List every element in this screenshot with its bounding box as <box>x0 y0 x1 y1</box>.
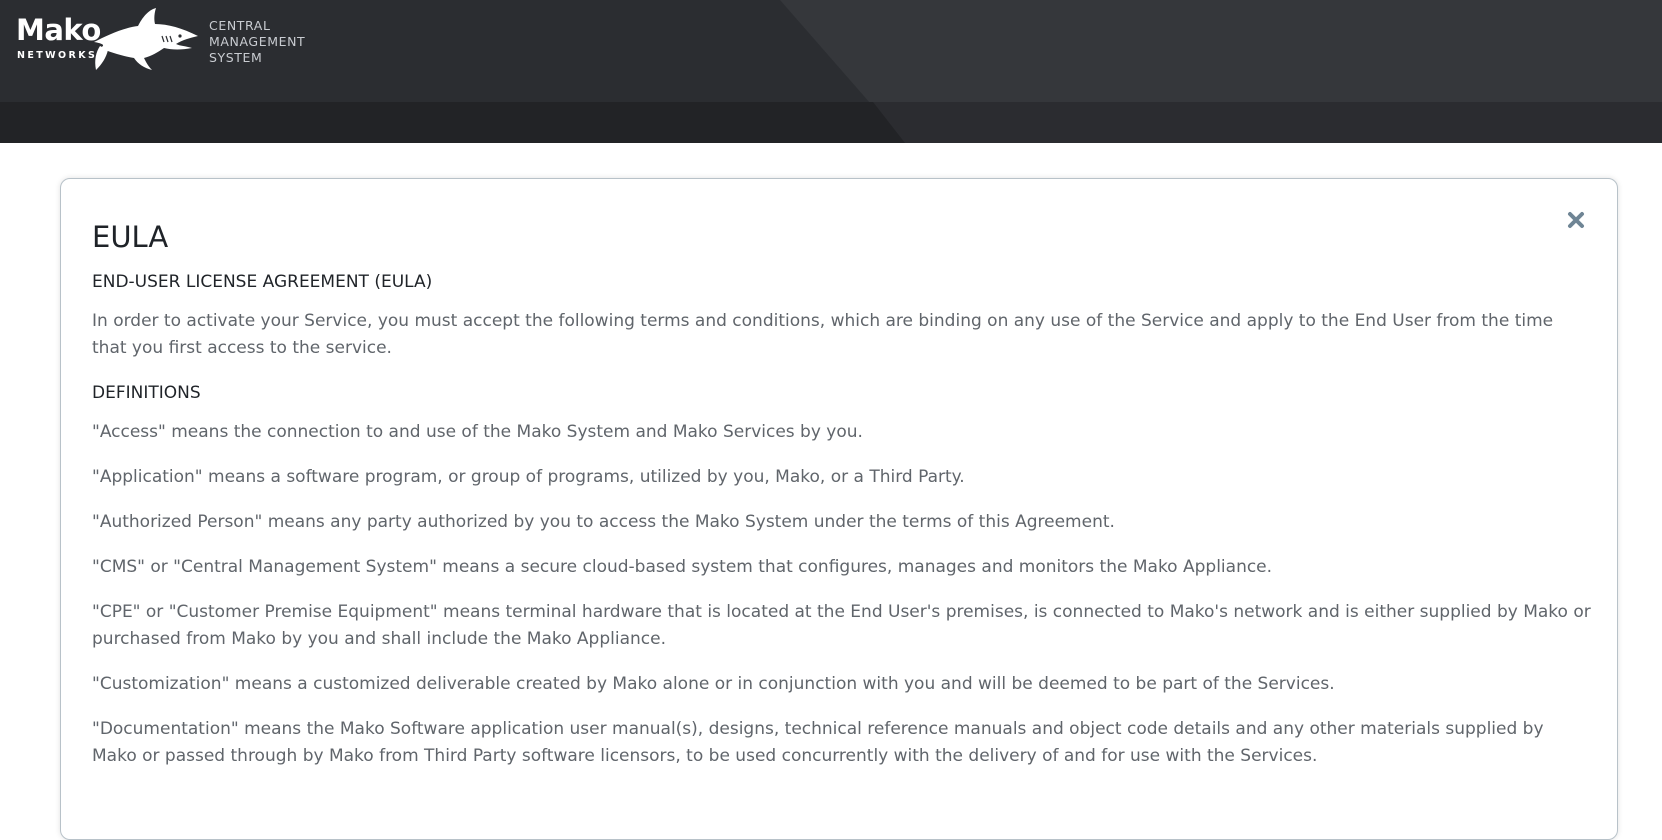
eula-heading: END-USER LICENSE AGREEMENT (EULA) <box>92 272 433 292</box>
definition-documentation: "Documentation" means the Mako Software … <box>92 719 1544 766</box>
product-name-line-2: MANAGEMENT <box>209 34 306 49</box>
definition-access: "Access" means the connection to and use… <box>92 422 863 442</box>
app-header: Mako NETWORKS CENTRAL MANAGEMENT SYSTEM <box>0 0 1662 143</box>
definitions-heading: DEFINITIONS <box>92 383 201 403</box>
definition-cpe: "CPE" or "Customer Premise Equipment" me… <box>92 602 1591 649</box>
logo-subtext: NETWORKS <box>17 50 98 61</box>
eula-modal: EULA END-USER LICENSE AGREEMENT (EULA) I… <box>60 178 1618 840</box>
modal-title: EULA <box>92 220 169 254</box>
definition-authorized-person: "Authorized Person" means any party auth… <box>92 512 1115 532</box>
product-name-line-1: CENTRAL <box>209 18 271 33</box>
definition-application: "Application" means a software program, … <box>92 467 965 487</box>
logo-wordmark: Mako <box>16 13 101 47</box>
eula-intro: In order to activate your Service, you m… <box>92 311 1554 358</box>
shark-icon <box>94 8 198 70</box>
mako-logo[interactable]: Mako NETWORKS <box>16 6 198 76</box>
definition-customization: "Customization" means a customized deliv… <box>92 674 1335 694</box>
eula-content: EULA END-USER LICENSE AGREEMENT (EULA) I… <box>92 217 1592 788</box>
product-name-line-3: SYSTEM <box>209 50 263 65</box>
definition-cms: "CMS" or "Central Management System" mea… <box>92 557 1273 577</box>
product-name: CENTRAL MANAGEMENT SYSTEM <box>209 18 305 66</box>
